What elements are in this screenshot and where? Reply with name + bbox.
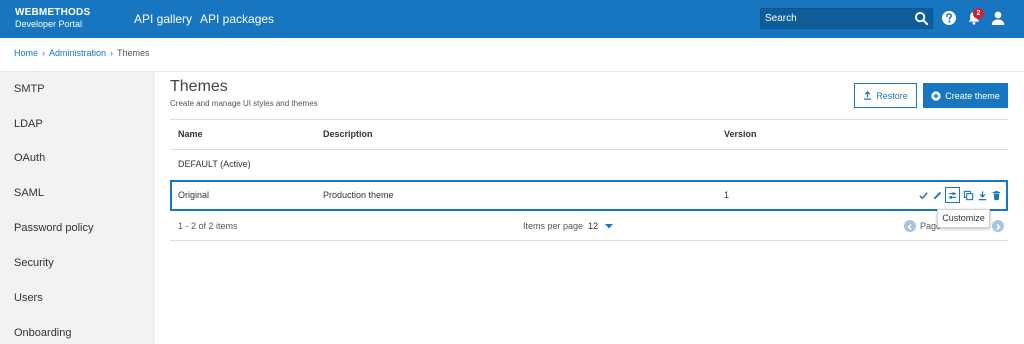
next-page-button[interactable] [992,220,1004,232]
page-subtitle: Create and manage UI styles and themes [170,99,318,108]
breadcrumb-administration[interactable]: Administration [49,48,106,58]
row-name: Original [178,190,210,200]
search-box [760,8,933,29]
sidebar-item-security[interactable]: Security [14,257,54,269]
restore-button[interactable]: Restore [854,83,917,108]
row-description: Production theme [323,190,394,200]
items-per-page-label: Items per page [523,221,584,231]
breadcrumb: Home › Administration › Themes [14,48,150,58]
logo-subtitle: Developer Portal [15,19,83,29]
search-input[interactable] [761,9,911,28]
column-header-name[interactable]: Name [178,129,203,139]
logo-title: WEBMETHODS [15,7,91,18]
nav-api-packages[interactable]: API packages [200,12,274,26]
breadcrumb-home[interactable]: Home [14,48,38,58]
create-theme-button-label: Create theme [945,90,1000,101]
search-icon[interactable] [914,11,929,26]
row-name: DEFAULT (Active) [178,159,251,169]
delete-icon[interactable] [991,190,1002,201]
caret-down-icon[interactable] [604,222,614,230]
sidebar-item-password-policy[interactable]: Password policy [14,222,93,234]
table-bottom-border [170,240,1008,241]
logo[interactable]: WEBMETHODS Developer Portal [15,7,91,30]
page-title: Themes [170,78,228,95]
restore-button-label: Restore [876,90,908,101]
previous-page-button[interactable] [904,220,916,232]
edit-icon[interactable] [932,190,943,201]
top-navigation-bar: WEBMETHODS Developer Portal API gallery … [0,0,1024,38]
sidebar-item-ldap[interactable]: LDAP [14,118,43,130]
table-row-selected[interactable] [170,180,1008,211]
table-header-border [170,149,1008,150]
column-header-description[interactable]: Description [323,129,373,139]
chevron-right-icon: › [42,48,46,58]
column-header-version[interactable]: Version [724,129,757,139]
customize-icon[interactable] [947,190,958,201]
sidebar-item-oauth[interactable]: OAuth [14,152,45,164]
sidebar-item-users[interactable]: Users [14,292,43,304]
user-icon[interactable] [990,10,1006,26]
chevron-right-icon [996,223,1001,231]
admin-sidebar: SMTP LDAP OAuth SAML Password policy Sec… [0,72,155,344]
breadcrumb-themes: Themes [117,48,150,58]
table-top-border [170,119,1008,120]
row-version: 1 [724,190,730,200]
sidebar-item-smtp[interactable]: SMTP [14,83,45,95]
activate-check-icon[interactable] [918,190,929,201]
sidebar-item-onboarding[interactable]: Onboarding [14,327,72,339]
notification-badge: 2 [973,8,984,19]
nav-api-gallery[interactable]: API gallery [134,12,192,26]
items-per-page-select[interactable]: 12 [588,221,598,231]
download-icon[interactable] [977,190,988,201]
chevron-right-icon: › [110,48,114,58]
upload-icon [864,91,872,100]
customize-tooltip: Customize [937,209,990,228]
sidebar-item-saml[interactable]: SAML [14,187,44,199]
items-count: 1 - 2 of 2 items [178,221,238,231]
help-icon[interactable] [941,10,957,26]
plus-circle-icon [931,90,941,101]
chevron-left-icon [907,223,912,231]
create-theme-button[interactable]: Create theme [923,83,1008,108]
copy-icon[interactable] [963,190,974,201]
